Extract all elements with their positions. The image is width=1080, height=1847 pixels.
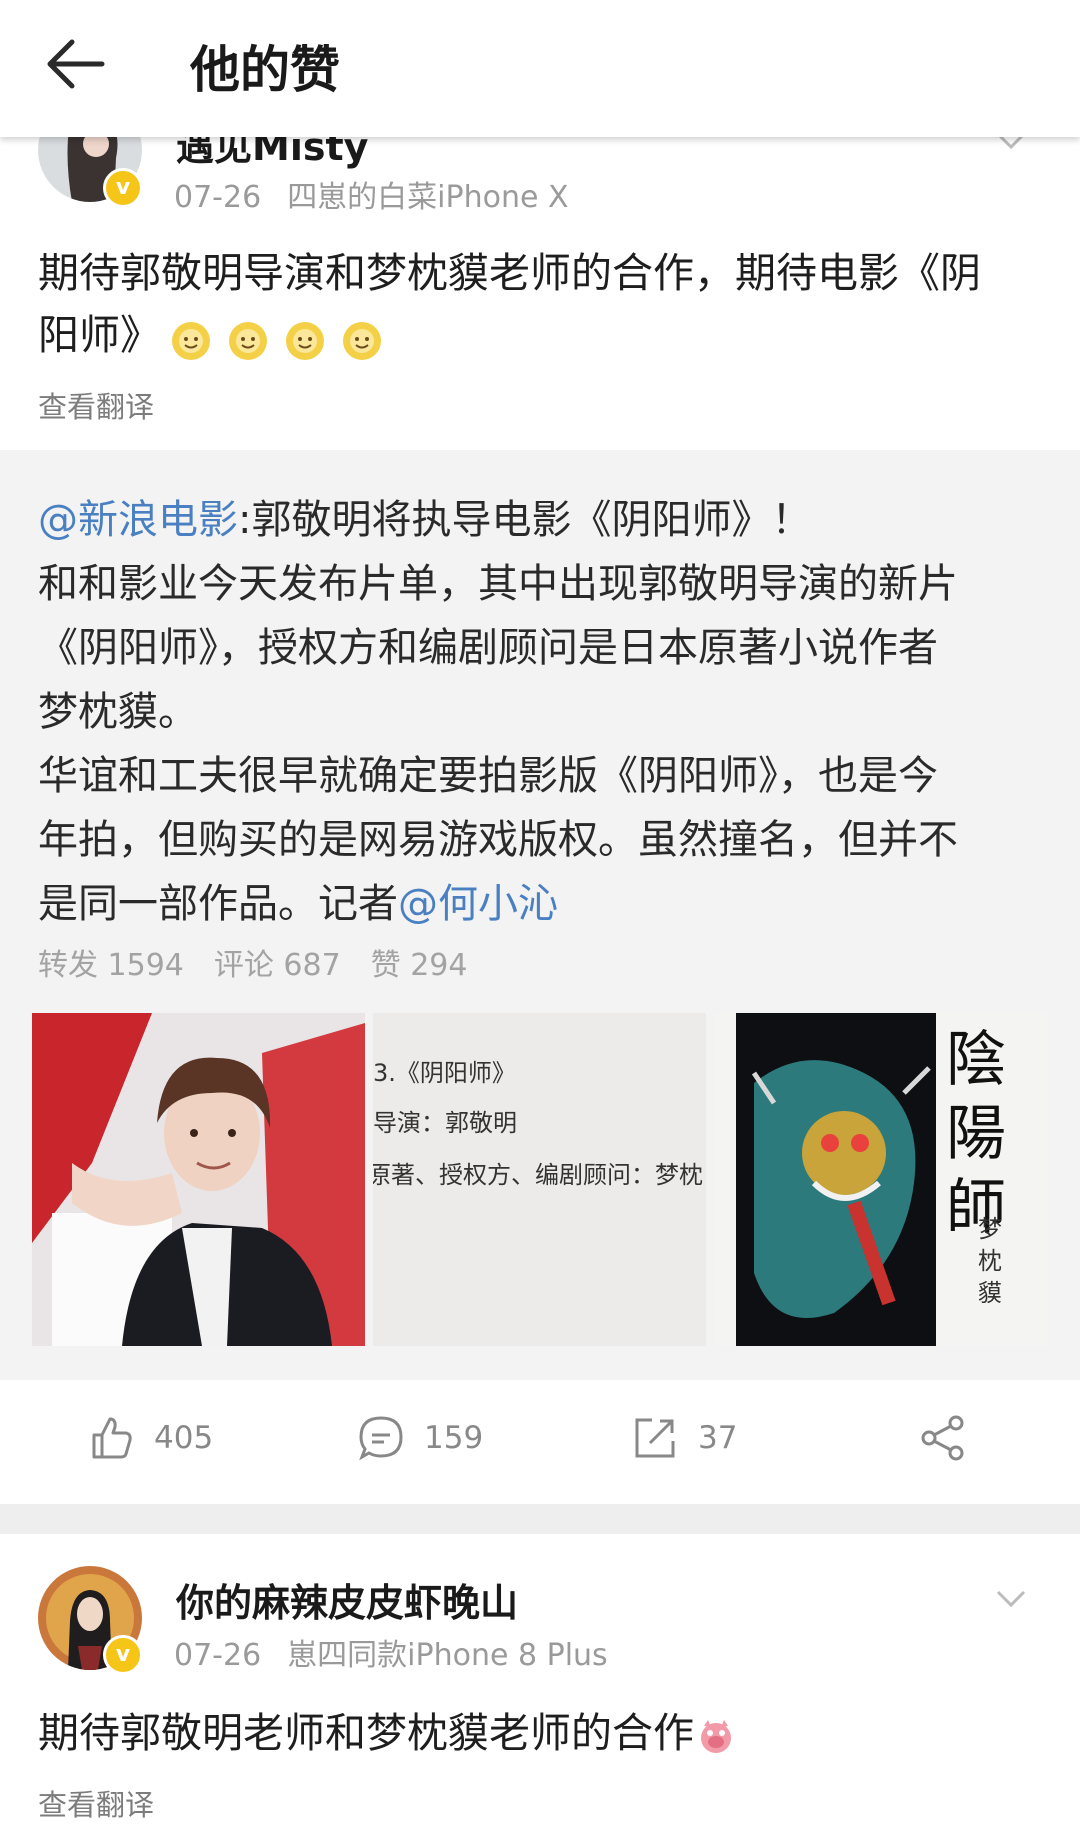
repost-button[interactable]: 37 bbox=[630, 1408, 737, 1468]
comment-icon bbox=[359, 1416, 403, 1461]
back-arrow-icon[interactable] bbox=[44, 38, 106, 90]
repost-image-3[interactable]: 陰陽師 梦枕貘 bbox=[714, 1013, 1047, 1346]
section-divider bbox=[0, 1504, 1080, 1534]
action-bar: 405 159 37 bbox=[0, 1380, 1080, 1504]
post-text: 期待郭敬明老师和梦枕貘老师的合作 bbox=[38, 1702, 1038, 1764]
repost-image-1[interactable] bbox=[32, 1013, 365, 1346]
page-title: 他的赞 bbox=[190, 41, 340, 99]
translate-link[interactable]: 查看翻译 bbox=[38, 384, 154, 426]
repost-icon bbox=[635, 1418, 675, 1458]
chevron-down-icon[interactable] bbox=[996, 1590, 1026, 1608]
smile-emoji-icon bbox=[171, 307, 386, 369]
username[interactable]: 你的麻辣皮皮虾晚山 bbox=[176, 1572, 518, 1627]
post-meta: 07-26 四崽的白菜iPhone X bbox=[174, 172, 595, 216]
mention-link[interactable]: @何小沁 bbox=[398, 881, 558, 927]
comment-button[interactable]: 159 bbox=[356, 1408, 483, 1468]
repost-stats: 转发 1594 评论 687 赞 294 bbox=[38, 940, 497, 984]
repost-image-2[interactable]: 3.《阴阳师》 导演：郭敬明 原著、授权方、编剧顾问：梦枕 bbox=[373, 1013, 706, 1346]
share-icon bbox=[921, 1415, 964, 1461]
post-meta: 07-26 崽四同款iPhone 8 Plus bbox=[174, 1630, 634, 1674]
post-date: 07-26 bbox=[174, 1638, 262, 1673]
top-bar: 他的赞 bbox=[0, 0, 1080, 137]
forward-count: 转发 1594 bbox=[38, 948, 184, 983]
post-source: 四崽的白菜iPhone X bbox=[287, 180, 569, 215]
comment-count: 评论 687 bbox=[213, 948, 341, 983]
post-date: 07-26 bbox=[174, 180, 262, 215]
pig-emoji-icon bbox=[701, 1720, 731, 1753]
verified-badge-icon: v bbox=[103, 1635, 143, 1675]
like-count: 赞 294 bbox=[370, 948, 468, 983]
thumbs-up-icon bbox=[92, 1417, 132, 1459]
repost-card[interactable]: @新浪电影:郭敬明将执导电影《阴阳师》！ 和和影业今天发布片单，其中出现郭敬明导… bbox=[0, 450, 1080, 1380]
repost-text: @新浪电影:郭敬明将执导电影《阴阳师》！ 和和影业今天发布片单，其中出现郭敬明导… bbox=[38, 497, 958, 927]
translate-link[interactable]: 查看翻译 bbox=[38, 1782, 154, 1824]
post-text: 期待郭敬明导演和梦枕貘老师的合作，期待电影《阴 阳师》 bbox=[38, 242, 1038, 369]
like-button[interactable]: 405 bbox=[86, 1408, 213, 1468]
post-source: 崽四同款iPhone 8 Plus bbox=[287, 1638, 608, 1673]
verified-badge-icon: v bbox=[103, 168, 143, 208]
mention-link[interactable]: @新浪电影 bbox=[38, 497, 238, 543]
share-button[interactable] bbox=[918, 1408, 968, 1468]
